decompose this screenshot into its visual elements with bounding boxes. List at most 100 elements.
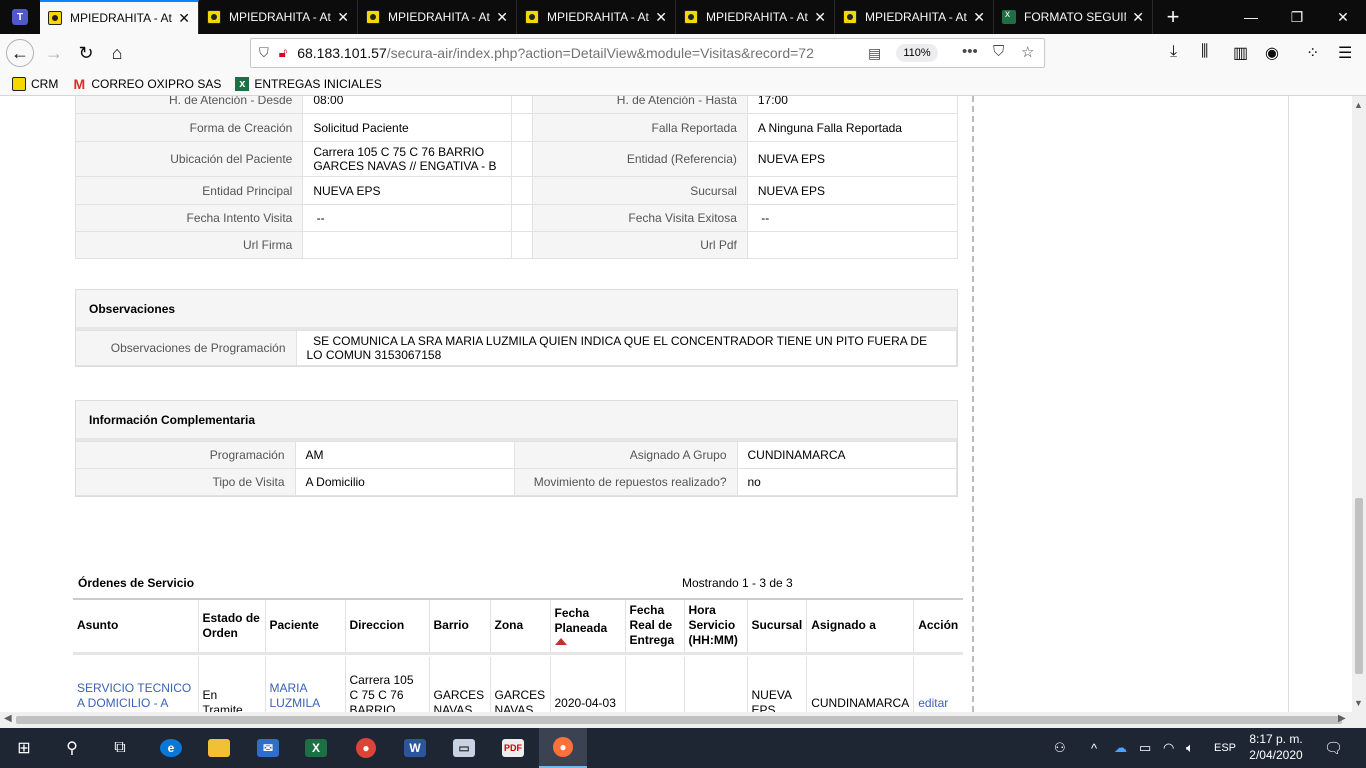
home-icon[interactable]: ⌂ xyxy=(103,39,131,67)
close-icon[interactable]: ✕ xyxy=(1132,9,1144,26)
sidebar-icon[interactable]: ▥ xyxy=(1233,43,1248,63)
detail-row: Url Firma Url Pdf xyxy=(74,231,959,259)
back-arrow-icon[interactable]: ← xyxy=(6,39,34,67)
reader-view-icon[interactable]: ▤ xyxy=(868,45,881,62)
bookmark-correo[interactable]: M CORREO OXIPRO SAS xyxy=(72,76,221,92)
browser-tab[interactable]: FORMATO SEGUIM ✕ xyxy=(994,0,1153,34)
teams-app-icon[interactable]: T xyxy=(0,0,40,34)
column-header-paciente[interactable]: Paciente xyxy=(264,599,345,655)
library-icon[interactable]: ⫼ xyxy=(1201,43,1208,61)
bookmark-entregas[interactable]: x ENTREGAS INICIALES xyxy=(235,76,382,91)
field-label: Url Pdf xyxy=(531,231,748,259)
asunto-link[interactable]: SERVICIO TECNICO A DOMICILIO - A Domicil… xyxy=(73,657,198,713)
column-header-fecha-real[interactable]: Fecha Real de Entrega xyxy=(624,599,684,655)
column-header-accion: Acción xyxy=(913,599,963,655)
browser-tab[interactable]: MPIEDRAHITA - At ✕ xyxy=(40,0,199,34)
horizontal-scrollbar[interactable]: ◀ ▶ xyxy=(0,712,1352,728)
column-header-sucursal[interactable]: Sucursal xyxy=(746,599,807,655)
field-value: A Domicilio xyxy=(294,468,515,496)
window-close-icon[interactable]: ✕ xyxy=(1320,0,1366,34)
column-header-zona[interactable]: Zona xyxy=(489,599,550,655)
forward-arrow-icon[interactable]: → xyxy=(40,39,68,67)
address-bar[interactable]: ⛉ 🔓︎ 68.183.101.57 /secura-air/index.php… xyxy=(250,38,1045,68)
zoom-level-badge[interactable]: 110% xyxy=(896,44,938,62)
search-icon[interactable]: ⚲ xyxy=(48,728,96,768)
windows-start-icon[interactable]: ⊞ xyxy=(0,728,48,768)
column-header-direccion[interactable]: Direccion xyxy=(344,599,429,655)
word-icon[interactable]: W xyxy=(391,728,439,768)
field-value: NUEVA EPS xyxy=(746,176,959,205)
browser-tab[interactable]: MPIEDRAHITA - At ✕ xyxy=(199,0,358,34)
minimize-icon[interactable]: — xyxy=(1228,0,1274,34)
close-icon[interactable]: ✕ xyxy=(496,9,508,26)
column-header-asunto[interactable]: Asunto xyxy=(73,599,198,655)
column-header-hora[interactable]: Hora Servicio (HH:MM) xyxy=(683,599,747,655)
pocket-icon[interactable]: ⛉ xyxy=(993,43,1004,60)
onedrive-icon[interactable]: ☁ xyxy=(1114,728,1127,768)
paciente-link[interactable]: MARIA LUZMILA LOPEZ (CC: xyxy=(264,657,345,712)
fecha-planeada-cell: 2020-04-03 xyxy=(549,657,625,712)
windows-taskbar: ⊞ ⚲ ⧉ e ✉ X ● W ▭ PDF ● ⚇ ^ ☁ ▭ ◠ 🔈︎ ESP… xyxy=(0,728,1366,768)
close-icon[interactable]: ✕ xyxy=(337,9,349,26)
reload-icon[interactable]: ↻ xyxy=(72,39,100,67)
close-icon[interactable]: ✕ xyxy=(655,9,667,26)
bookmark-crm[interactable]: CRM xyxy=(12,76,58,91)
close-icon[interactable]: ✕ xyxy=(178,10,190,27)
clock-date: 2/04/2020 xyxy=(1249,748,1303,762)
browser-tab[interactable]: MPIEDRAHITA - At ✕ xyxy=(835,0,994,34)
browser-tab[interactable]: MPIEDRAHITA - At ✕ xyxy=(517,0,676,34)
shield-icon[interactable]: ⛉ xyxy=(259,45,269,61)
field-label: Tipo de Visita xyxy=(76,468,296,496)
scrollbar-thumb[interactable] xyxy=(16,716,1342,724)
scrollbar-thumb[interactable] xyxy=(1355,498,1363,674)
menu-hamburger-icon[interactable]: ☰ xyxy=(1338,43,1352,63)
asignado-cell: CUNDINAMARCA xyxy=(806,657,914,712)
browser-tab[interactable]: MPIEDRAHITA - At ✕ xyxy=(676,0,835,34)
page-actions-icon[interactable]: ••• xyxy=(962,43,978,60)
close-icon[interactable]: ✕ xyxy=(814,9,826,26)
wifi-icon[interactable]: ◠ xyxy=(1163,728,1174,768)
scroll-down-arrow-icon[interactable]: ▼ xyxy=(1354,698,1363,708)
new-tab-plus-icon[interactable]: + xyxy=(1160,4,1186,30)
restore-icon[interactable]: ❐ xyxy=(1274,0,1320,34)
insecure-lock-icon[interactable]: 🔓︎ xyxy=(279,45,287,61)
bookmark-star-icon[interactable]: ☆ xyxy=(1021,43,1034,61)
tab-title: MPIEDRAHITA - At xyxy=(70,11,172,25)
column-header-fecha-planeada[interactable]: Fecha Planeada xyxy=(549,599,625,655)
battery-icon[interactable]: ▭ xyxy=(1139,728,1151,768)
column-header-asignado[interactable]: Asignado a xyxy=(806,599,914,655)
pdf-app-icon[interactable]: PDF xyxy=(489,728,537,768)
column-header-barrio[interactable]: Barrio xyxy=(428,599,490,655)
page-viewport: H. de Atención - Desde 08:00 H. de Atenc… xyxy=(0,96,1352,712)
people-icon[interactable]: ⚇ xyxy=(1054,728,1066,768)
system-clock[interactable]: 8:17 p. m. 2/04/2020 xyxy=(1244,731,1308,763)
vertical-scrollbar[interactable]: ▲ ▼ xyxy=(1352,96,1366,712)
scroll-left-arrow-icon[interactable]: ◀ xyxy=(4,713,12,724)
show-hidden-icons-chevron-icon[interactable]: ^ xyxy=(1091,728,1097,768)
window-app-icon[interactable]: ▭ xyxy=(440,728,488,768)
edge-icon[interactable]: e xyxy=(147,728,195,768)
account-icon[interactable]: ◉ xyxy=(1265,43,1279,63)
mail-icon[interactable]: ✉ xyxy=(244,728,292,768)
hora-cell xyxy=(683,657,747,712)
editar-link[interactable]: editar xyxy=(913,657,963,712)
close-icon[interactable]: ✕ xyxy=(973,9,985,26)
task-view-icon[interactable]: ⧉ xyxy=(96,728,144,768)
extensions-icon[interactable]: ⁘ xyxy=(1306,43,1319,63)
table-row[interactable]: SERVICIO TECNICO A DOMICILIO - A Domicil… xyxy=(73,657,963,712)
chrome-icon[interactable]: ● xyxy=(342,728,390,768)
language-indicator[interactable]: ESP xyxy=(1214,728,1236,768)
panel-title: Información Complementaria xyxy=(76,401,957,441)
scroll-up-arrow-icon[interactable]: ▲ xyxy=(1354,100,1363,110)
direccion-cell: Carrera 105 C 75 C 76 BARRIO GARCES xyxy=(344,657,429,712)
scroll-right-arrow-icon[interactable]: ▶ xyxy=(1338,713,1346,724)
firefox-icon[interactable]: ● xyxy=(539,728,587,768)
browser-tab[interactable]: MPIEDRAHITA - At ✕ xyxy=(358,0,517,34)
excel-taskbar-icon[interactable]: X xyxy=(292,728,340,768)
column-header-estado[interactable]: Estado de Orden xyxy=(197,599,265,655)
notifications-icon[interactable]: 🗨︎ xyxy=(1324,728,1343,768)
downloads-icon[interactable]: ⤓ xyxy=(1170,43,1177,61)
file-explorer-icon[interactable] xyxy=(195,728,243,768)
volume-muted-icon[interactable]: 🔈︎ xyxy=(1186,728,1194,768)
column-divider xyxy=(972,96,974,712)
